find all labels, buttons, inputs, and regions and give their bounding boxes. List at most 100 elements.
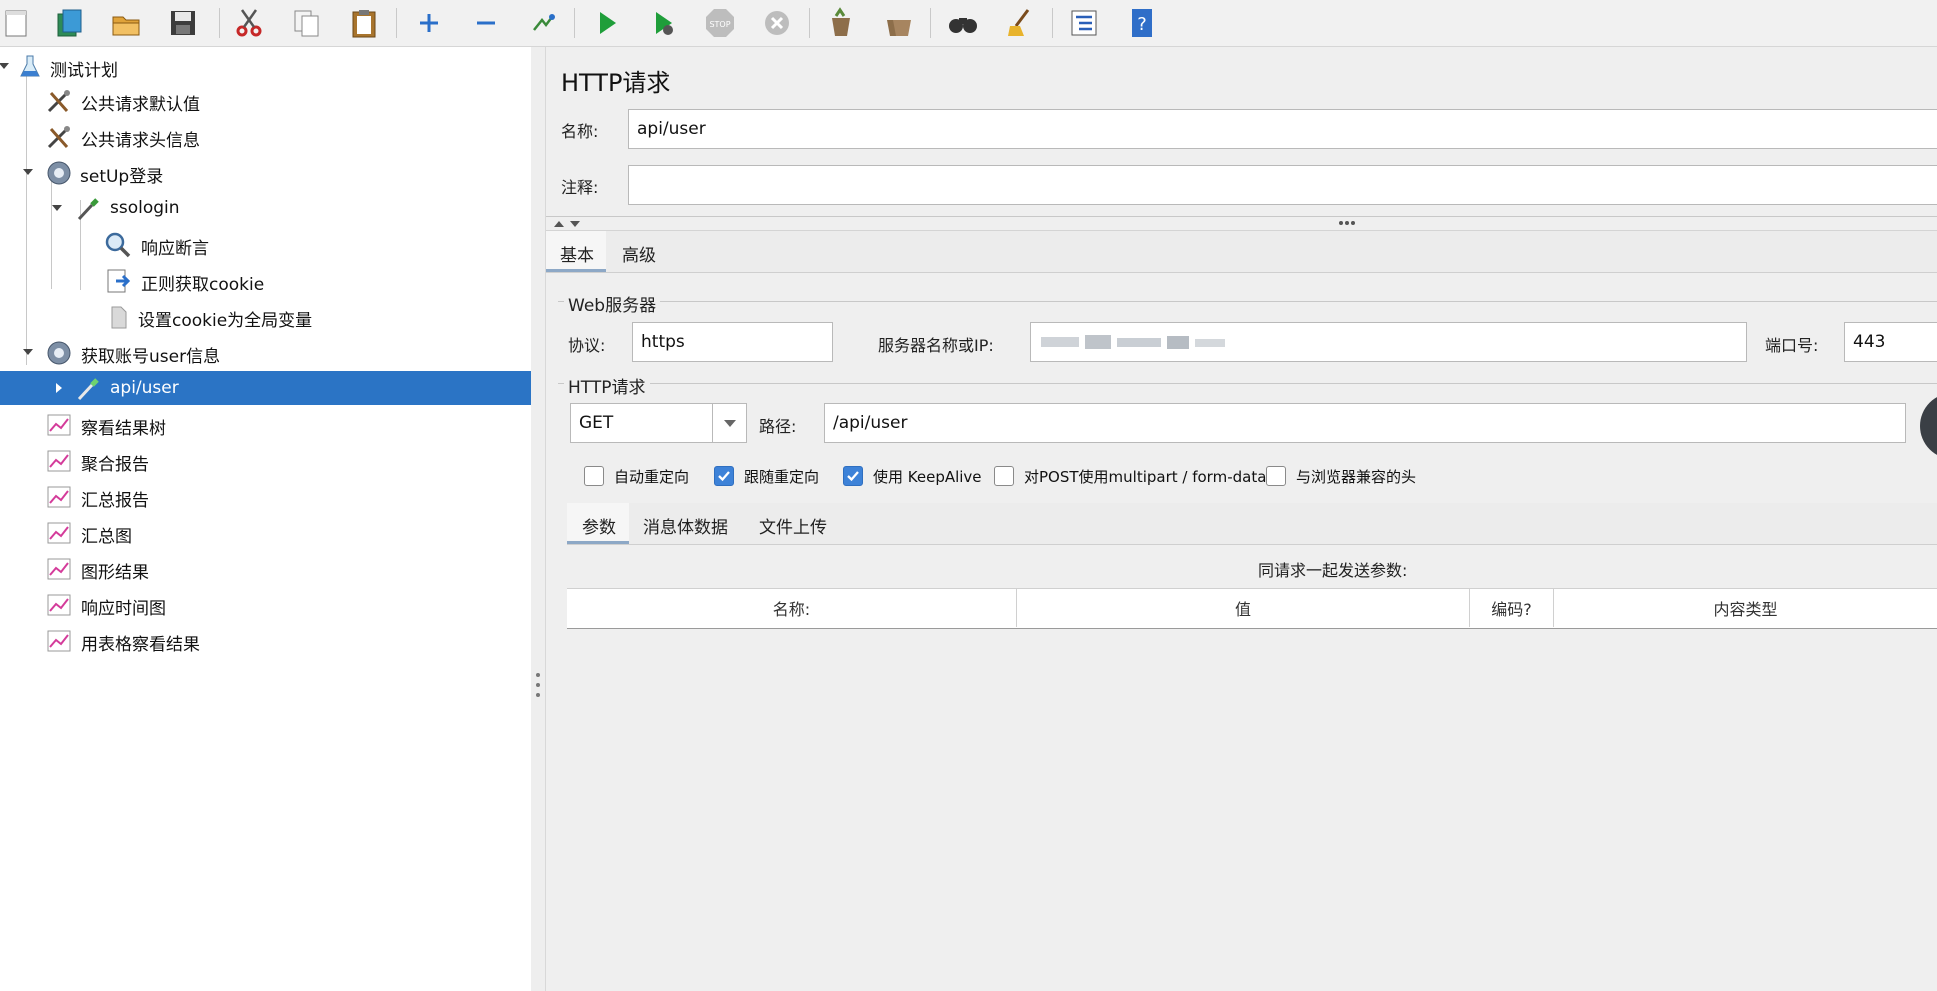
function-helper-icon[interactable] [1067,5,1101,41]
shutdown-icon[interactable] [760,5,794,41]
multipart-label: 对POST使用multipart / form-data [1024,468,1267,486]
tree-item-setup-login[interactable]: setUp登录 [0,155,531,189]
test-plan-tree: 测试计划 公共请求默认值 公共请求头信息 setUp登录 ssologin 响应… [0,47,532,991]
panel-splitter[interactable] [531,47,546,991]
gear-icon [47,161,71,185]
tree-item-api-user[interactable]: api/user [0,371,531,405]
split-grip-icon[interactable] [1338,220,1356,226]
tree-item-label: 响应时间图 [81,599,166,619]
tree-item-summary-report[interactable]: 汇总报告 [0,479,531,513]
params-table-header: 名称: 值 编码? 内容类型 [567,588,1937,629]
params-caption: 同请求一起发送参数: [1258,561,1408,580]
toggle-icon[interactable] [526,5,560,41]
column-header-name[interactable]: 名称: [567,589,1017,627]
split-arrows-icon[interactable] [552,219,582,229]
tree-item-label: ssologin [110,198,180,218]
name-label: 名称: [561,122,599,141]
path-field[interactable]: /api/user [824,403,1906,443]
tree-item-label: 公共请求头信息 [81,131,200,151]
chart-icon [47,558,71,580]
document-icon [111,306,127,329]
help-icon[interactable]: ? [1125,5,1159,41]
protocol-field[interactable]: https [632,322,833,362]
save-icon[interactable] [166,5,200,41]
tree-item-ssologin[interactable]: ssologin [0,191,531,225]
chart-icon [47,450,71,472]
clear-icon[interactable] [824,5,858,41]
tree-item-header-manager[interactable]: 公共请求头信息 [0,119,531,153]
tree-item-response-time-graph[interactable]: 响应时间图 [0,587,531,621]
copy-icon[interactable] [290,5,324,41]
keepalive-label: 使用 KeepAlive [873,468,982,486]
comment-field[interactable] [628,165,1937,205]
tree-item-summary-graph[interactable]: 汇总图 [0,515,531,549]
keepalive-checkbox[interactable] [843,466,863,486]
clear-all-icon[interactable] [881,5,915,41]
chart-icon [47,414,71,436]
check-icon [847,471,859,482]
tree-item-set-global-cookie[interactable]: 设置cookie为全局变量 [0,299,531,333]
tab-file-upload[interactable]: 文件上传 [759,513,827,538]
column-header-value[interactable]: 值 [1017,589,1470,627]
web-server-title: Web服务器 [564,291,661,316]
chart-icon [47,486,71,508]
method-select[interactable]: GET [570,403,713,443]
column-header-content-type[interactable]: 内容类型 [1554,589,1937,627]
tree-item-regex-extractor[interactable]: 正则获取cookie [0,263,531,297]
column-header-encode[interactable]: 编码? [1470,589,1554,627]
method-dropdown-button[interactable] [712,403,747,443]
tab-body-data[interactable]: 消息体数据 [643,513,728,538]
floating-side-handle[interactable] [1920,393,1937,459]
tab-basic[interactable]: 基本 [560,241,594,266]
tree-item-view-results-tree[interactable]: 察看结果树 [0,407,531,441]
tree-item-test-plan[interactable]: 测试计划 [0,49,531,83]
server-name-field[interactable] [1030,322,1747,362]
tree-item-label: 测试计划 [50,61,118,81]
tree-item-label: 用表格察看结果 [81,635,200,655]
tab-advanced[interactable]: 高级 [622,241,656,266]
tree-item-label: 响应断言 [141,239,209,259]
chart-icon [47,522,71,544]
flask-icon [20,55,40,77]
auto-redirect-checkbox[interactable] [584,466,604,486]
tree-item-label: setUp登录 [80,167,164,187]
tree-item-label: 汇总报告 [81,491,149,511]
cut-icon[interactable] [232,5,266,41]
tree-item-get-user-info[interactable]: 获取账号user信息 [0,335,531,369]
collapse-icon[interactable] [469,5,503,41]
open-icon[interactable] [109,5,143,41]
server-label: 服务器名称或IP: [878,336,994,355]
tree-item-view-results-table[interactable]: 用表格察看结果 [0,623,531,657]
chevron-down-icon [724,420,736,427]
new-icon[interactable] [0,5,34,41]
pipette-icon [77,198,99,221]
tree-item-response-assertion[interactable]: 响应断言 [0,227,531,261]
follow-redirect-checkbox[interactable] [714,466,734,486]
search-icon[interactable] [946,5,980,41]
gear-icon [47,341,71,365]
expand-icon[interactable] [412,5,446,41]
paste-icon[interactable] [347,5,381,41]
toolbar: STOP ? [0,0,1937,47]
tree-item-graph-results[interactable]: 图形结果 [0,551,531,585]
http-request-panel: HTTP请求 名称: api/user 注释: 基本 高级 Web服务器 协议:… [546,47,1937,991]
stop-icon[interactable]: STOP [703,5,737,41]
tab-parameters[interactable]: 参数 [582,513,616,538]
tree-item-label: 设置cookie为全局变量 [138,311,313,331]
chart-icon [47,630,71,652]
start-icon[interactable] [590,5,624,41]
templates-icon[interactable] [52,5,86,41]
name-field[interactable]: api/user [628,109,1937,149]
port-field[interactable]: 443 [1844,322,1937,362]
blurred-host-text [1041,335,1225,349]
browser-compatible-headers-label: 与浏览器兼容的头 [1296,468,1417,486]
start-no-pause-icon[interactable] [646,5,680,41]
tree-item-aggregate-report[interactable]: 聚合报告 [0,443,531,477]
tools-icon [47,90,70,113]
http-request-section-title: HTTP请求 [564,373,650,398]
check-icon [718,471,730,482]
multipart-checkbox[interactable] [994,466,1014,486]
browser-compatible-headers-checkbox[interactable] [1266,466,1286,486]
tree-item-request-defaults[interactable]: 公共请求默认值 [0,83,531,117]
reset-search-icon[interactable] [1004,5,1038,41]
